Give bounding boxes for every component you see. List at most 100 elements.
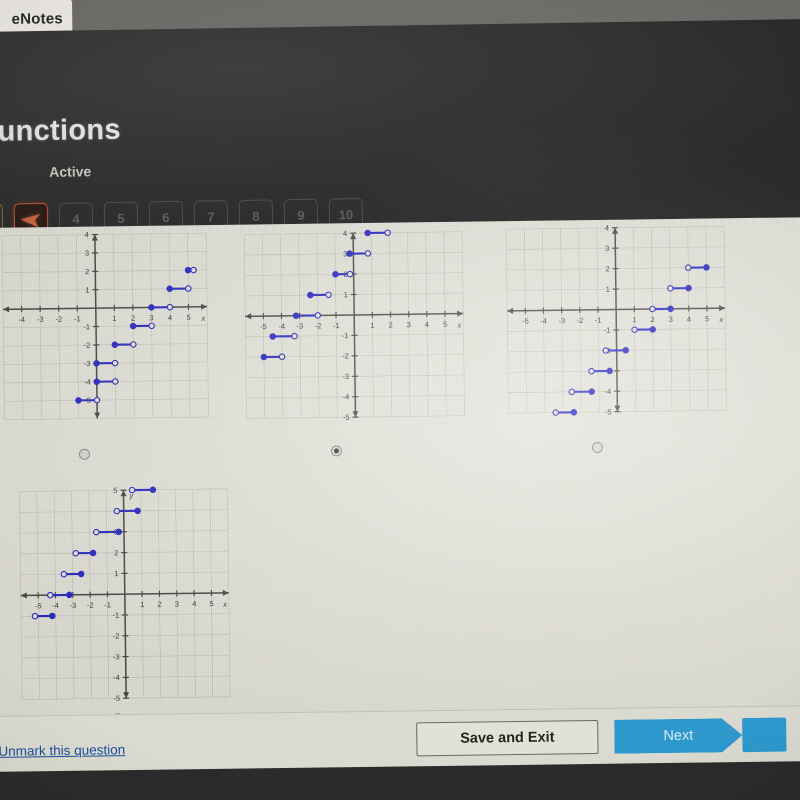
svg-text:2: 2 bbox=[388, 320, 392, 329]
svg-text:-2: -2 bbox=[55, 315, 62, 324]
svg-text:-5: -5 bbox=[113, 694, 120, 703]
svg-text:-2: -2 bbox=[113, 631, 120, 640]
svg-text:-5: -5 bbox=[343, 413, 350, 422]
graph-a-svg: -4-3-2-1123454321-1-2-3-4-5x bbox=[1, 230, 209, 421]
svg-text:-3: -3 bbox=[558, 316, 565, 325]
answer-graph-b[interactable]: -5-4-3-2-1123454321-1-2-3-4-5x bbox=[230, 218, 479, 438]
svg-text:-5: -5 bbox=[260, 322, 267, 331]
svg-text:-5: -5 bbox=[522, 317, 529, 326]
svg-text:5: 5 bbox=[209, 599, 213, 608]
svg-text:2: 2 bbox=[131, 314, 135, 323]
svg-text:4: 4 bbox=[687, 315, 691, 324]
question-nav-label: 10 bbox=[338, 206, 354, 222]
svg-text:1: 1 bbox=[606, 285, 610, 294]
svg-text:x: x bbox=[222, 600, 227, 609]
svg-text:-1: -1 bbox=[74, 314, 81, 323]
svg-text:x: x bbox=[457, 321, 462, 330]
svg-text:-1: -1 bbox=[104, 600, 111, 609]
svg-text:-3: -3 bbox=[37, 315, 44, 324]
svg-text:2: 2 bbox=[157, 600, 161, 609]
page-title: Functions bbox=[0, 113, 122, 149]
svg-text:1: 1 bbox=[370, 321, 374, 330]
graph-b-svg: -5-4-3-2-1123454321-1-2-3-4-5x bbox=[243, 229, 465, 422]
svg-text:4: 4 bbox=[605, 223, 609, 232]
svg-text:-4: -4 bbox=[278, 322, 285, 331]
question-nav-label: 6 bbox=[162, 209, 170, 225]
svg-text:5: 5 bbox=[186, 313, 190, 322]
svg-text:x: x bbox=[200, 314, 205, 323]
svg-text:3: 3 bbox=[149, 313, 153, 322]
svg-text:1: 1 bbox=[344, 290, 348, 299]
svg-text:-2: -2 bbox=[84, 341, 91, 350]
screenshot-root: eNotes Functions st Active 2➤45678910 -4… bbox=[0, 0, 800, 800]
svg-text:-2: -2 bbox=[315, 321, 322, 330]
svg-text:-4: -4 bbox=[343, 392, 350, 401]
unmark-question-link[interactable]: Unmark this question bbox=[0, 742, 125, 759]
answer-radio-b[interactable] bbox=[330, 445, 343, 457]
svg-text:4: 4 bbox=[425, 320, 429, 329]
answer-radio-c[interactable] bbox=[591, 441, 603, 454]
graph-d-svg: -5-4-3-2-11234554321-1-2-3-4-5xy bbox=[19, 486, 231, 703]
svg-text:-4: -4 bbox=[84, 377, 91, 386]
graph-c-svg: -5-4-3-2-1123454321-1-2-3-4-5x bbox=[505, 223, 727, 416]
question-nav-label: 7 bbox=[207, 208, 215, 224]
svg-text:1: 1 bbox=[85, 285, 89, 294]
svg-text:-4: -4 bbox=[113, 673, 120, 682]
svg-text:5: 5 bbox=[113, 486, 117, 495]
svg-text:-3: -3 bbox=[342, 372, 349, 381]
svg-text:-2: -2 bbox=[577, 316, 584, 325]
svg-text:1: 1 bbox=[112, 314, 116, 323]
svg-text:2: 2 bbox=[605, 264, 609, 273]
svg-text:2: 2 bbox=[114, 548, 118, 557]
svg-text:3: 3 bbox=[407, 320, 411, 329]
next-button[interactable]: Next bbox=[614, 718, 742, 754]
svg-text:5: 5 bbox=[705, 314, 709, 323]
svg-text:-1: -1 bbox=[112, 611, 119, 620]
next-secondary-button[interactable] bbox=[742, 717, 787, 753]
svg-text:3: 3 bbox=[175, 599, 179, 608]
answer-radio-a[interactable] bbox=[78, 448, 91, 460]
svg-text:-1: -1 bbox=[604, 326, 611, 335]
browser-tab-label: eNotes bbox=[11, 9, 63, 28]
svg-text:-1: -1 bbox=[342, 331, 349, 340]
answer-graph-d[interactable]: -5-4-3-2-11234554321-1-2-3-4-5xy bbox=[5, 475, 244, 719]
question-nav-label: 9 bbox=[297, 207, 305, 223]
svg-text:-3: -3 bbox=[296, 322, 303, 331]
svg-text:5: 5 bbox=[443, 320, 447, 329]
answer-graph-a[interactable]: -4-3-2-1123454321-1-2-3-4-5x bbox=[0, 219, 223, 439]
svg-text:-1: -1 bbox=[83, 322, 90, 331]
svg-text:-3: -3 bbox=[113, 652, 120, 661]
question-nav-label: 4 bbox=[72, 210, 80, 227]
breadcrumb-active: Active bbox=[49, 163, 92, 180]
svg-text:-4: -4 bbox=[18, 315, 25, 324]
svg-text:-3: -3 bbox=[70, 601, 77, 610]
svg-text:4: 4 bbox=[168, 313, 172, 322]
svg-text:-2: -2 bbox=[87, 601, 94, 610]
svg-text:-4: -4 bbox=[604, 387, 611, 396]
save-and-exit-button[interactable]: Save and Exit bbox=[416, 719, 599, 757]
svg-text:1: 1 bbox=[114, 569, 118, 578]
question-content: -4 -3 -2 -1 1 2 3 4 5 4 3 2 1 -1 -2 -3 -4 -5 x -5 -4 -3 -2 -1 1… bbox=[0, 216, 800, 728]
svg-text:3: 3 bbox=[85, 249, 89, 258]
svg-text:4: 4 bbox=[192, 599, 196, 608]
svg-text:4: 4 bbox=[85, 230, 89, 239]
svg-text:1: 1 bbox=[632, 315, 636, 324]
svg-text:-4: -4 bbox=[540, 316, 547, 325]
answer-graph-c[interactable]: -5-4-3-2-1123454321-1-2-3-4-5x bbox=[492, 217, 741, 432]
svg-text:-3: -3 bbox=[84, 359, 91, 368]
question-nav-label: 5 bbox=[117, 210, 125, 226]
svg-text:-1: -1 bbox=[595, 316, 602, 325]
question-nav-label: 8 bbox=[252, 208, 260, 224]
svg-text:4: 4 bbox=[343, 229, 347, 238]
svg-text:-4: -4 bbox=[52, 601, 59, 610]
app-header: Functions st Active 2➤45678910 bbox=[0, 18, 800, 240]
svg-text:2: 2 bbox=[650, 315, 654, 324]
svg-text:1: 1 bbox=[140, 600, 144, 609]
svg-text:2: 2 bbox=[85, 267, 89, 276]
svg-text:-2: -2 bbox=[342, 352, 349, 361]
svg-text:-5: -5 bbox=[35, 601, 42, 610]
svg-text:3: 3 bbox=[669, 315, 673, 324]
svg-text:-5: -5 bbox=[605, 407, 612, 416]
svg-text:3: 3 bbox=[605, 244, 609, 253]
svg-text:-1: -1 bbox=[333, 321, 340, 330]
